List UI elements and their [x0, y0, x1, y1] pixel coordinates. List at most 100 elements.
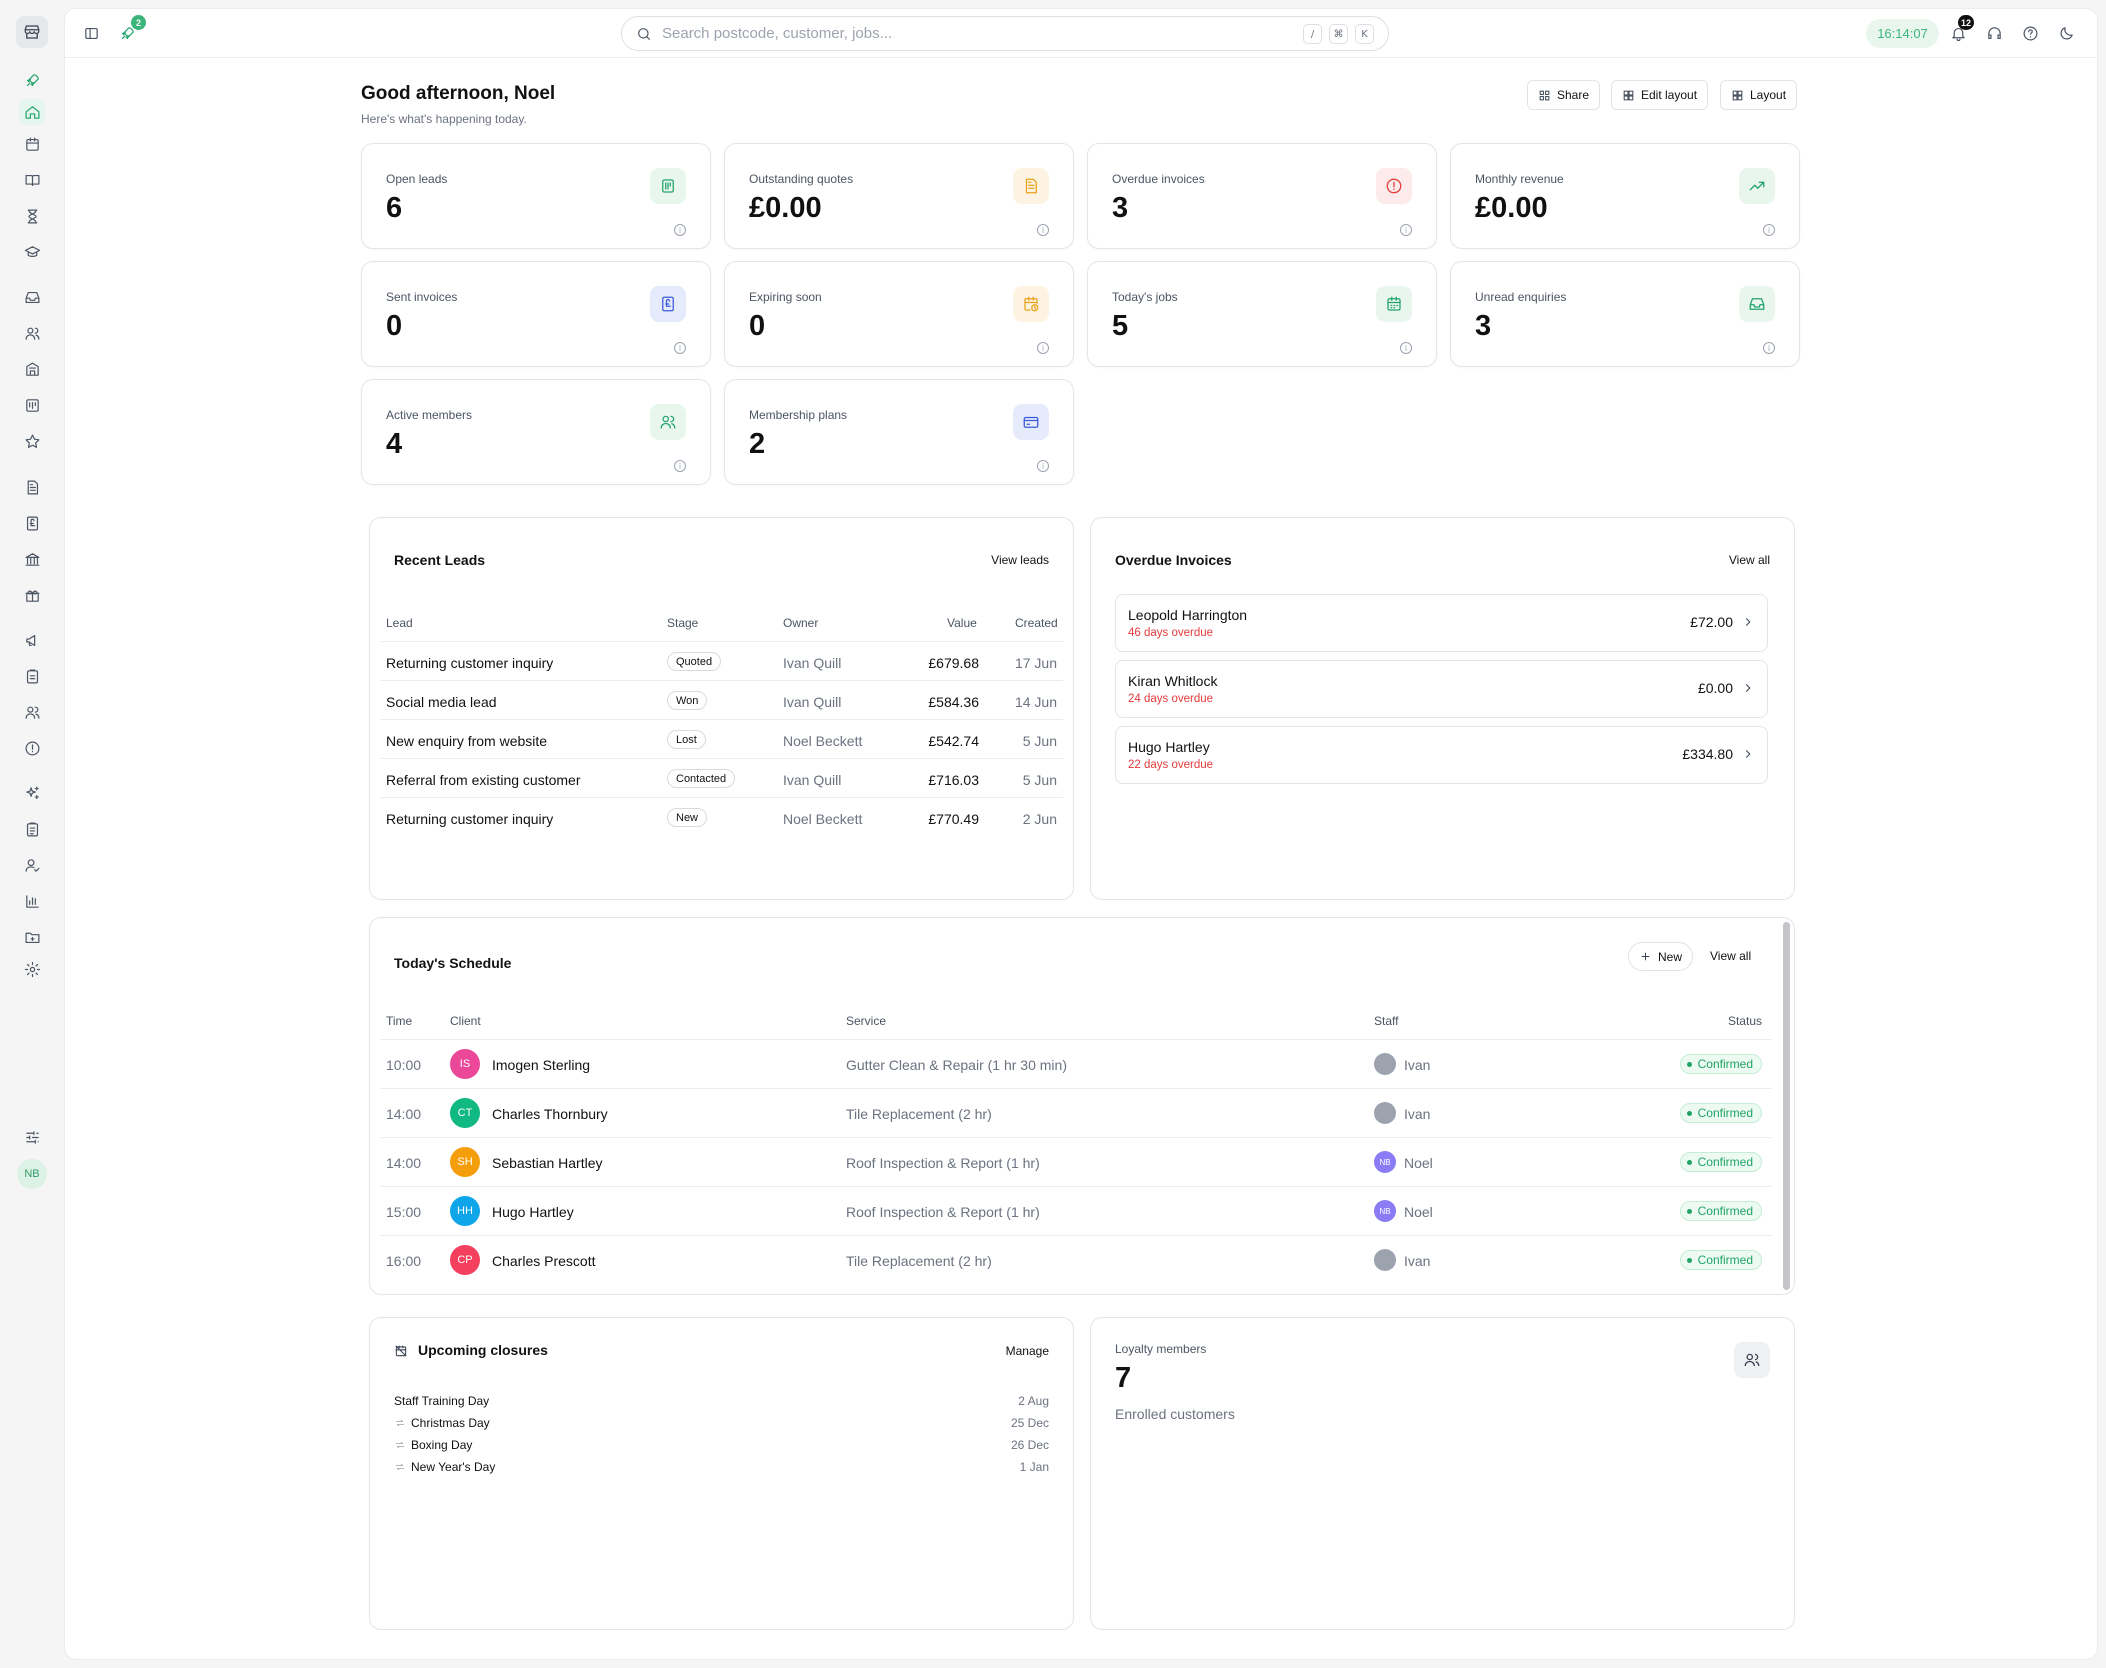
time: 14:00	[386, 1155, 422, 1171]
time: 14:00	[386, 1106, 422, 1122]
team-icon[interactable]	[19, 699, 45, 725]
share-button[interactable]: Share	[1527, 80, 1601, 110]
invoice-item[interactable]: Kiran Whitlock 24 days overdue £0.00	[1115, 660, 1768, 718]
value: £716.03	[928, 772, 979, 788]
stat-overdue-invoices[interactable]: Overdue invoices 3 i	[1087, 143, 1437, 249]
info-icon[interactable]: i	[1400, 342, 1412, 354]
calendar-nav-icon[interactable]	[19, 131, 45, 157]
info-icon[interactable]: i	[1037, 342, 1049, 354]
info-icon[interactable]: i	[1763, 224, 1775, 236]
file-text-icon[interactable]	[19, 474, 45, 500]
client-avatar: IS	[450, 1049, 480, 1079]
client-avatar: SH	[450, 1147, 480, 1177]
sidebar: NB	[0, 0, 64, 1668]
stat-expiring-soon[interactable]: Expiring soon 0 i	[724, 261, 1074, 367]
layout-icon	[1732, 90, 1743, 100]
clipboard-list-icon[interactable]	[19, 816, 45, 842]
stat-todays-jobs[interactable]: Today's jobs 5 i	[1087, 261, 1437, 367]
stat-monthly-revenue[interactable]: Monthly revenue £0.00 i	[1450, 143, 1800, 249]
col-time: Time	[386, 1014, 413, 1028]
grid-icon	[1623, 90, 1634, 100]
user-check-icon[interactable]	[19, 852, 45, 878]
invoice-icon[interactable]	[19, 510, 45, 536]
store-logo-icon[interactable]	[16, 16, 48, 48]
board-icon[interactable]	[19, 392, 45, 418]
new-booking-button[interactable]: New	[1628, 942, 1694, 971]
closure-name: New Year's Day	[411, 1460, 496, 1474]
view-all-invoices-link[interactable]: View all	[1729, 553, 1770, 567]
divider	[380, 680, 1063, 681]
calendar-off-icon	[394, 1344, 408, 1358]
overdue-label: 22 days overdue	[1128, 759, 1214, 771]
kbd-cmd: ⌘	[1329, 24, 1348, 44]
headset-icon[interactable]	[1983, 22, 2005, 44]
scrollbar[interactable]	[1783, 922, 1790, 1290]
bar-chart-icon[interactable]	[19, 888, 45, 914]
view-leads-link[interactable]: View leads	[991, 553, 1049, 567]
info-icon[interactable]: i	[674, 342, 686, 354]
search-bar[interactable]: / ⌘ K	[621, 16, 1389, 51]
edit-layout-button[interactable]: Edit layout	[1611, 80, 1709, 110]
overdue-label: 46 days overdue	[1128, 627, 1214, 639]
users-icon	[650, 404, 686, 440]
col-staff: Staff	[1374, 1014, 1399, 1028]
col-stage: Stage	[667, 616, 699, 630]
info-icon[interactable]: i	[674, 460, 686, 472]
service: Roof Inspection & Report (1 hr)	[846, 1204, 1040, 1220]
service: Roof Inspection & Report (1 hr)	[846, 1155, 1040, 1171]
sparkles-icon[interactable]	[19, 780, 45, 806]
info-icon[interactable]: i	[1037, 224, 1049, 236]
overdue-invoices-card: Overdue Invoices View all Leopold Harrin…	[1090, 517, 1795, 900]
clock: 16:14:07	[1866, 19, 1939, 48]
dark-mode-icon[interactable]	[2055, 22, 2077, 44]
users-nav-icon[interactable]	[19, 320, 45, 346]
building-icon[interactable]	[19, 356, 45, 382]
trend-up-icon	[1739, 168, 1775, 204]
home-icon[interactable]	[19, 99, 45, 125]
info-icon[interactable]: i	[1400, 224, 1412, 236]
stage-badge: Lost	[667, 730, 706, 749]
megaphone-icon[interactable]	[19, 627, 45, 653]
stat-active-members[interactable]: Active members 4 i	[361, 379, 711, 485]
stat-outstanding-quotes[interactable]: Outstanding quotes £0.00 i	[724, 143, 1074, 249]
status-badge: Confirmed	[1679, 1152, 1762, 1172]
stage-badge: Won	[667, 691, 708, 710]
graduation-cap-icon[interactable]	[19, 239, 45, 265]
layout-button[interactable]: Layout	[1720, 80, 1798, 110]
manage-closures-link[interactable]: Manage	[1006, 1344, 1049, 1358]
rocket-icon[interactable]	[19, 67, 45, 93]
info-icon[interactable]: i	[674, 224, 686, 236]
sidebar-toggle-icon[interactable]	[80, 22, 102, 44]
folder-icon[interactable]	[19, 924, 45, 950]
view-all-schedule-link[interactable]: View all	[1710, 949, 1751, 963]
card-title: Today's Schedule	[394, 955, 512, 971]
stage-badge: New	[667, 808, 708, 827]
stat-unread-enquiries[interactable]: Unread enquiries 3 i	[1450, 261, 1800, 367]
star-icon[interactable]	[19, 428, 45, 454]
settings-icon[interactable]	[19, 956, 45, 982]
gift-icon[interactable]	[19, 582, 45, 608]
invoice-item[interactable]: Leopold Harrington 46 days overdue £72.0…	[1115, 594, 1768, 652]
book-icon[interactable]	[19, 167, 45, 193]
invoice-pound-icon	[650, 286, 686, 322]
stat-open-leads[interactable]: Open leads 6 i	[361, 143, 711, 249]
stat-membership-plans[interactable]: Membership plans 2 i	[724, 379, 1074, 485]
created: 5 Jun	[1022, 733, 1057, 749]
owner: Ivan Quill	[783, 694, 842, 710]
alert-nav-icon[interactable]	[19, 735, 45, 761]
time: 15:00	[386, 1204, 422, 1220]
info-icon[interactable]: i	[1763, 342, 1775, 354]
info-icon[interactable]: i	[1037, 460, 1049, 472]
clipboard-nav-icon[interactable]	[19, 663, 45, 689]
notification-badge: 12	[1958, 15, 1975, 30]
bank-icon[interactable]	[19, 546, 45, 572]
created: 14 Jun	[1014, 694, 1057, 710]
hourglass-icon[interactable]	[19, 203, 45, 229]
help-icon[interactable]	[2019, 22, 2041, 44]
invoice-item[interactable]: Hugo Hartley 22 days overdue £334.80	[1115, 726, 1768, 784]
user-avatar[interactable]: NB	[17, 1159, 47, 1189]
search-input[interactable]	[662, 25, 1262, 42]
inbox-nav-icon[interactable]	[19, 284, 45, 310]
sliders-icon[interactable]	[19, 1124, 45, 1150]
stat-sent-invoices[interactable]: Sent invoices 0 i	[361, 261, 711, 367]
